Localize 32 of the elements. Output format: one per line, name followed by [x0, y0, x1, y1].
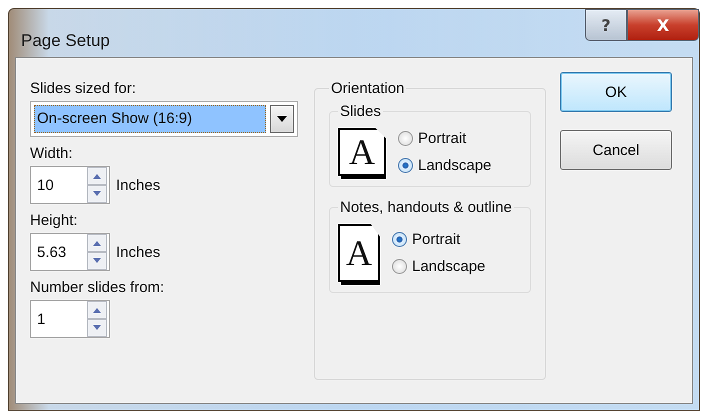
spinner-arrows-icon[interactable]	[87, 234, 107, 270]
field-label: Slides sized for:	[30, 80, 136, 97]
radio-label[interactable]: Portrait	[412, 231, 460, 248]
radio-label[interactable]: Portrait	[418, 130, 466, 147]
radio-label[interactable]: Landscape	[412, 258, 486, 275]
group-title: Slides	[339, 103, 382, 120]
radio-button[interactable]	[398, 158, 413, 173]
ok-button[interactable]: OK	[560, 72, 672, 112]
unit-label: Inches	[116, 176, 160, 194]
radio-label[interactable]: Landscape	[418, 157, 492, 174]
radio-button[interactable]	[392, 259, 407, 274]
number-field[interactable]: 1	[30, 300, 110, 338]
close-button[interactable]: X	[627, 9, 699, 41]
radio-button[interactable]	[398, 131, 413, 146]
size-dropdown[interactable]: On-screen Show (16:9)	[30, 101, 298, 137]
group-title: Orientation	[330, 80, 406, 97]
window-title: Page Setup	[21, 31, 110, 51]
unit-label: Inches	[116, 244, 160, 260]
dropdown-value: On-screen Show (16:9)	[34, 105, 266, 133]
number-field[interactable]: 10	[30, 166, 110, 204]
field-label: Width:	[30, 145, 73, 162]
field-label: Number slides from:	[30, 279, 164, 296]
cancel-button[interactable]: Cancel	[560, 130, 672, 170]
radio-button[interactable]	[392, 232, 407, 247]
help-button[interactable]: ?	[585, 9, 627, 41]
spinner-arrows-icon[interactable]	[87, 301, 107, 337]
page-letter: A	[346, 235, 372, 271]
page-letter: A	[349, 134, 375, 170]
field-label: Height:	[30, 212, 78, 229]
spinner-arrows-icon[interactable]	[87, 167, 107, 203]
number-field[interactable]: 5.63	[30, 233, 110, 271]
group-title: Notes, handouts & outline	[339, 199, 513, 216]
